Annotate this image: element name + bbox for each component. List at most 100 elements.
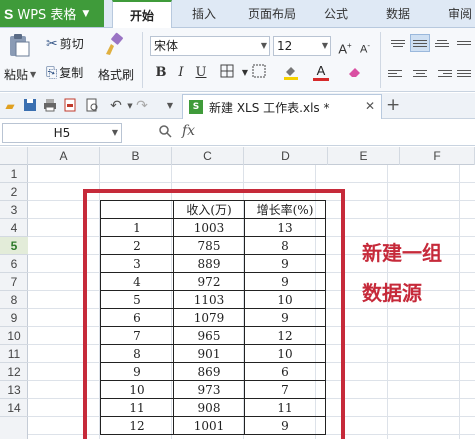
decrease-font-size-icon[interactable]: A- [356, 37, 374, 56]
ribbon-toolbar: 粘贴 ▼ ✂ 剪切 ⎘ 复制 格式刷 宋体 ▼ 12 ▼ A+ A- B I U… [0, 28, 475, 92]
column-header[interactable]: E [328, 147, 400, 165]
format-painter-label: 格式刷 [98, 68, 135, 82]
chevron-down-icon: ▼ [111, 128, 118, 137]
row-header[interactable]: 2 [0, 183, 28, 201]
wrap-text-icon[interactable] [454, 34, 474, 52]
save-icon[interactable] [22, 98, 38, 114]
clear-format-icon[interactable] [346, 64, 364, 82]
paste-icon [10, 34, 30, 57]
zoom-search-icon[interactable] [158, 124, 172, 142]
align-left-icon[interactable] [388, 64, 408, 82]
increase-font-size-icon[interactable]: A+ [336, 37, 354, 56]
chevron-down-icon: ▼ [321, 41, 328, 50]
annotation-line: 新建一组 [362, 241, 442, 265]
font-color-icon[interactable]: A [312, 62, 330, 81]
scissors-icon: ✂ [46, 35, 58, 52]
column-header[interactable]: C [172, 147, 244, 165]
cell-reference: H5 [53, 126, 71, 140]
app-title: WPS 表格 [17, 8, 77, 23]
select-all-corner[interactable] [0, 147, 28, 165]
tab-insert[interactable]: 插入 [180, 0, 228, 28]
merge-cells-icon[interactable] [250, 64, 268, 82]
row-header[interactable]: 1 [0, 165, 28, 183]
font-size-select[interactable]: 12 ▼ [273, 36, 331, 56]
formula-input[interactable] [208, 123, 473, 143]
name-box[interactable]: H5 ▼ [2, 123, 122, 143]
align-bottom-icon[interactable] [432, 34, 452, 52]
paste-label: 粘贴 [4, 68, 29, 82]
paste-label-button[interactable]: 粘贴 ▼ [4, 66, 36, 83]
row-header[interactable]: 9 [0, 309, 28, 327]
tab-data[interactable]: 数据 [374, 0, 422, 28]
open-folder-icon[interactable]: ▰ [2, 98, 18, 114]
insert-function-icon[interactable]: fx [182, 123, 195, 139]
column-header[interactable]: D [244, 147, 328, 165]
cut-button[interactable]: ✂ 剪切 [46, 35, 84, 52]
annotation-line: 数据源 [362, 281, 422, 305]
cut-label: 剪切 [59, 37, 84, 51]
print-icon[interactable] [42, 98, 58, 114]
row-header[interactable]: 4 [0, 219, 28, 237]
row-header[interactable]: 13 [0, 381, 28, 399]
export-pdf-icon[interactable] [62, 98, 78, 114]
chevron-down-icon[interactable]: ▼ [162, 98, 178, 114]
chevron-down-icon: ▼ [82, 8, 90, 19]
redo-icon[interactable]: ↷ [134, 98, 150, 114]
chevron-down-icon: ▼ [260, 41, 267, 50]
font-name-select[interactable]: 宋体 ▼ [150, 36, 270, 56]
tab-formulas[interactable]: 公式 [314, 0, 358, 28]
align-center-icon[interactable] [410, 64, 430, 82]
tab-home[interactable]: 开始 [112, 0, 172, 28]
annotation-text: 新建一组 数据源 [362, 233, 472, 313]
wps-app-menu[interactable]: S WPS 表格 ▼ [0, 0, 104, 27]
copy-icon: ⎘ [46, 64, 58, 81]
align-middle-icon[interactable] [410, 34, 430, 52]
row-header[interactable]: 11 [0, 345, 28, 363]
row-header[interactable]: 8 [0, 291, 28, 309]
row-header[interactable]: 6 [0, 255, 28, 273]
tab-review[interactable]: 审阅 [436, 0, 475, 28]
xls-file-icon: S [189, 100, 203, 114]
row-header-bar: 1 2 3 4 5 6 7 8 9 10 11 12 13 14 [0, 165, 28, 439]
row-header[interactable]: 3 [0, 201, 28, 219]
row-header[interactable]: 12 [0, 363, 28, 381]
font-name-value: 宋体 [154, 39, 179, 53]
column-header-bar: A B C D E F [0, 147, 475, 165]
column-header[interactable]: F [400, 147, 475, 165]
underline-button[interactable]: U [192, 64, 210, 82]
document-tab-title: 新建 XLS 工作表.xls * [209, 100, 330, 115]
ribbon-divider [142, 32, 143, 88]
row-header[interactable]: 10 [0, 327, 28, 345]
paste-button[interactable] [6, 32, 32, 58]
ribbon-divider [380, 32, 381, 88]
format-painter-button[interactable]: 格式刷 [98, 66, 134, 83]
italic-button[interactable]: I [172, 64, 190, 82]
copy-button[interactable]: ⎘ 复制 [46, 64, 83, 81]
font-size-value: 12 [277, 39, 293, 53]
wps-logo: S [4, 5, 14, 22]
align-right-icon[interactable] [432, 64, 452, 82]
tab-page-layout[interactable]: 页面布局 [236, 0, 308, 28]
fill-color-icon[interactable] [282, 64, 300, 82]
row-header-selected[interactable]: 5 [0, 237, 28, 255]
quick-access-bar: ▰ ↶ ▼ ↷ ▼ S 新建 XLS 工作表.xls * ✕ + [0, 93, 475, 119]
ribbon-tab-bar: S WPS 表格 ▼ 开始 插入 页面布局 公式 数据 审阅 [0, 0, 475, 28]
copy-label: 复制 [59, 66, 84, 80]
column-header[interactable]: B [100, 147, 172, 165]
document-tab[interactable]: S 新建 XLS 工作表.xls * ✕ [182, 94, 382, 119]
print-preview-icon[interactable] [84, 98, 100, 114]
brush-icon [106, 32, 123, 55]
border-icon[interactable] [218, 64, 236, 82]
chevron-down-icon: ▼ [30, 70, 37, 79]
close-icon[interactable]: ✕ [365, 99, 375, 113]
align-top-icon[interactable] [388, 34, 408, 52]
row-header[interactable]: 7 [0, 273, 28, 291]
highlight-box [83, 189, 345, 439]
bold-button[interactable]: B [152, 64, 170, 82]
justify-icon[interactable] [454, 64, 474, 82]
format-painter-icon-button[interactable] [102, 32, 126, 58]
column-header[interactable]: A [28, 147, 100, 165]
add-tab-icon[interactable]: + [386, 95, 400, 115]
row-header[interactable]: 14 [0, 399, 28, 417]
formula-bar: H5 ▼ fx [0, 120, 475, 146]
